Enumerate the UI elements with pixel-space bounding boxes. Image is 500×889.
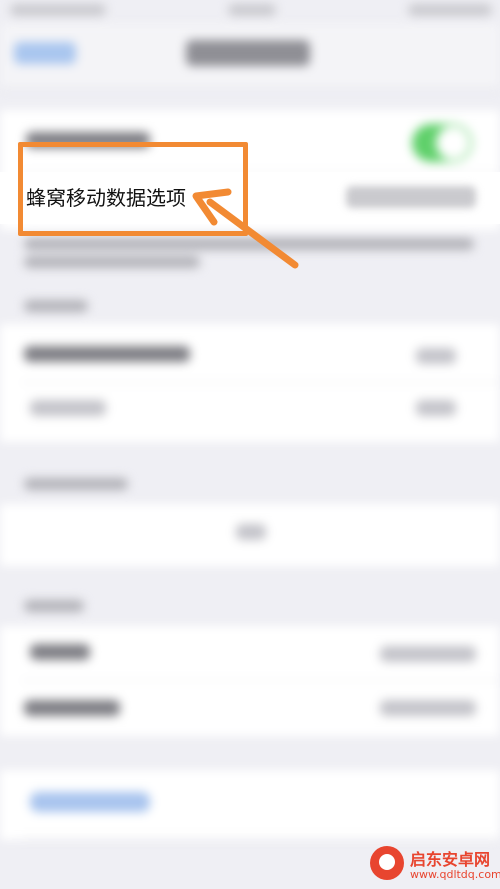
section-header-data [24, 600, 84, 612]
battery-indicator [408, 4, 492, 16]
watermark-url: www.qdltdq.com [410, 868, 500, 881]
status-bar [0, 0, 500, 24]
back-button[interactable] [14, 42, 76, 64]
hotspot-row-label[interactable] [24, 346, 190, 362]
page-title [186, 40, 310, 66]
cellular-footnote [24, 238, 474, 250]
cellular-data-toggle[interactable] [412, 124, 472, 162]
cellular-data-options-value [346, 186, 476, 208]
data-usage-sub-row-value [380, 700, 476, 716]
data-usage-sub-row-label[interactable] [24, 700, 120, 716]
watermark-logo-icon [370, 846, 404, 880]
row-divider [22, 680, 500, 681]
reset-statistics-link[interactable] [30, 792, 150, 812]
row-divider [22, 382, 500, 383]
data-usage-row-label[interactable] [30, 644, 90, 660]
toggle-knob [436, 126, 470, 160]
hotspot-row-value [416, 348, 456, 364]
cellular-footnote-line-2 [24, 256, 200, 268]
carrier-signal [10, 4, 106, 16]
data-usage-row-value [380, 646, 476, 662]
section-header-usage [24, 478, 128, 490]
usage-row-value [236, 524, 266, 540]
row-divider [22, 838, 500, 839]
site-watermark: 启东安卓网 www.qdltdq.com [366, 840, 500, 888]
navigation-bar [0, 24, 500, 89]
settings-screen: 蜂窝移动数据选项 启东安卓网 www.qdltdq.com [0, 0, 500, 889]
hotspot-sub-row-label[interactable] [30, 400, 106, 416]
data-usage-group [0, 626, 500, 736]
hotspot-group [0, 324, 500, 442]
hotspot-sub-row-value [416, 400, 456, 416]
clock [228, 4, 276, 16]
section-header-hotspot [24, 300, 88, 312]
annotation-highlight-box [18, 142, 248, 236]
watermark-brand: 启东安卓网 [410, 850, 491, 869]
